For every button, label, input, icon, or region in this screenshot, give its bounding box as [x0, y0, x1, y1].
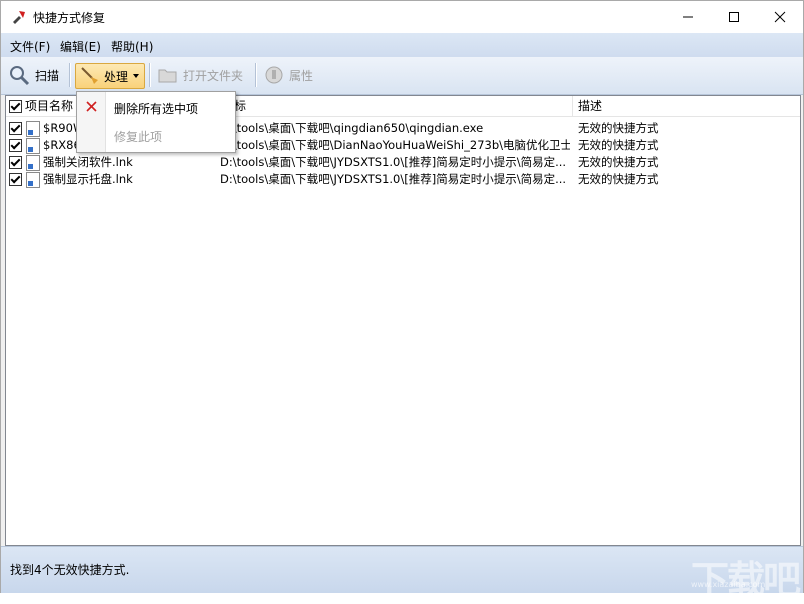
close-button[interactable] [757, 1, 803, 33]
maximize-icon [729, 12, 739, 22]
properties-label: 属性 [289, 68, 314, 83]
scan-button[interactable]: 扫描 [8, 63, 59, 87]
open-folder-label: 打开文件夹 [183, 68, 244, 83]
menu-edit[interactable]: 编辑(E) [60, 38, 101, 55]
column-name-header[interactable]: 项目名称 [25, 96, 73, 116]
select-all-checkbox[interactable] [9, 100, 22, 113]
menu-file[interactable]: 文件(F) [10, 38, 50, 55]
menu-bar: 文件(F) 编辑(E) 帮助(H) [1, 33, 803, 57]
watermark-logo: 下载吧 [691, 558, 801, 602]
folder-icon [158, 69, 177, 83]
maximize-button[interactable] [711, 1, 757, 33]
column-desc-header[interactable]: 描述 [578, 96, 602, 116]
close-icon [774, 11, 786, 23]
shortcut-file-icon [26, 155, 40, 171]
row-target: D:\tools\桌面\下载吧\JYDSXTS1.0\[推荐]简易定时小提示\简… [220, 172, 567, 186]
menu-help[interactable]: 帮助(H) [111, 38, 153, 55]
broom-icon [81, 67, 98, 84]
row-target: D:\tools\桌面\下载吧\DianNaoYouHuaWeiShi_273b… [220, 138, 570, 152]
app-icon [13, 11, 25, 24]
table-row[interactable]: 强制关闭软件.lnk D:\tools\桌面\下载吧\JYDSXTS1.0\[推… [6, 154, 800, 171]
shortcut-file-icon [26, 121, 40, 137]
row-desc: 无效的快捷方式 [578, 155, 659, 169]
shortcut-list[interactable]: 项目名称 目标 描述 $R90W D:\tools\桌面\下载吧\qingdia… [5, 95, 801, 546]
row-checkbox[interactable] [9, 156, 22, 169]
row-checkbox[interactable] [9, 173, 22, 186]
app-window: 快捷方式修复 文件(F) 编辑(E) 帮助(H) 扫描 处理 打开文件夹 属性 … [0, 0, 804, 602]
status-text: 找到4个无效快捷方式. [10, 563, 130, 577]
toolbar-divider [255, 63, 257, 87]
status-bar: 找到4个无效快捷方式. 下载吧 www.xiazaiba.com [1, 546, 803, 602]
properties-icon [265, 66, 283, 84]
minimize-icon [683, 16, 693, 18]
scan-label: 扫描 [35, 68, 60, 83]
process-dropdown-menu: 删除所有选中项 修复此项 [76, 91, 236, 153]
row-checkbox[interactable] [9, 122, 22, 135]
delete-selected-item[interactable]: 删除所有选中项 [114, 100, 198, 117]
properties-button[interactable]: 属性 [263, 63, 313, 87]
minimize-button[interactable] [665, 1, 711, 33]
shortcut-file-icon [26, 138, 40, 154]
row-desc: 无效的快捷方式 [578, 121, 659, 135]
toolbar-divider [69, 63, 71, 87]
row-checkbox[interactable] [9, 139, 22, 152]
title-bar: 快捷方式修复 [1, 1, 803, 33]
watermark-url: www.xiazaiba.com [691, 580, 766, 589]
window-title: 快捷方式修复 [33, 11, 106, 25]
magnifier-icon [10, 66, 30, 86]
toolbar-divider [149, 63, 151, 87]
row-desc: 无效的快捷方式 [578, 138, 659, 152]
process-button[interactable]: 处理 [75, 63, 146, 89]
row-target: D:\tools\桌面\下载吧\qingdian650\qingdian.exe [220, 121, 484, 135]
chevron-down-icon [133, 74, 140, 78]
delete-x-icon [86, 101, 97, 112]
open-folder-button[interactable]: 打开文件夹 [157, 63, 243, 87]
toolbar: 扫描 处理 打开文件夹 属性 [1, 57, 803, 95]
table-row[interactable]: 强制显示托盘.lnk D:\tools\桌面\下载吧\JYDSXTS1.0\[推… [6, 171, 800, 188]
shortcut-file-icon [26, 172, 40, 188]
row-name: 强制关闭软件.lnk [43, 155, 133, 169]
row-name: 强制显示托盘.lnk [43, 172, 133, 186]
row-desc: 无效的快捷方式 [578, 172, 659, 186]
process-label: 处理 [104, 69, 129, 84]
row-target: D:\tools\桌面\下载吧\JYDSXTS1.0\[推荐]简易定时小提示\简… [220, 155, 567, 169]
column-divider[interactable] [572, 96, 573, 116]
repair-item[interactable]: 修复此项 [114, 128, 162, 145]
